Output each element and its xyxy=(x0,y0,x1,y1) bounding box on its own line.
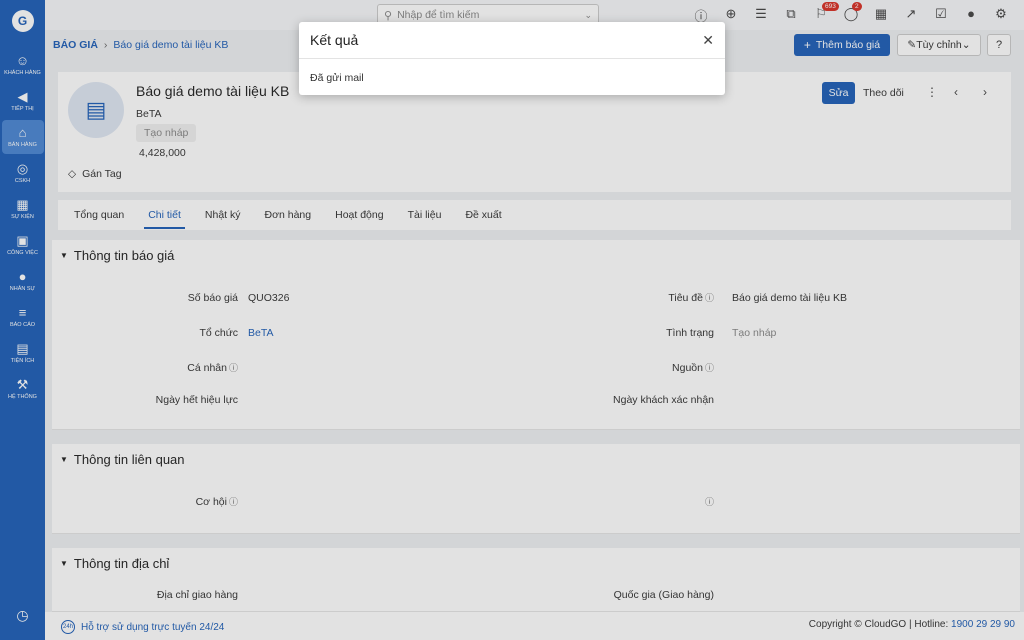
dialog-header: Kết quả ✕ xyxy=(299,22,725,59)
dialog-message: Đã gửi mail xyxy=(310,72,364,84)
close-icon[interactable]: ✕ xyxy=(702,32,714,49)
result-dialog: Kết quả ✕ Đã gửi mail xyxy=(299,22,725,95)
dialog-title: Kết quả xyxy=(310,32,359,48)
